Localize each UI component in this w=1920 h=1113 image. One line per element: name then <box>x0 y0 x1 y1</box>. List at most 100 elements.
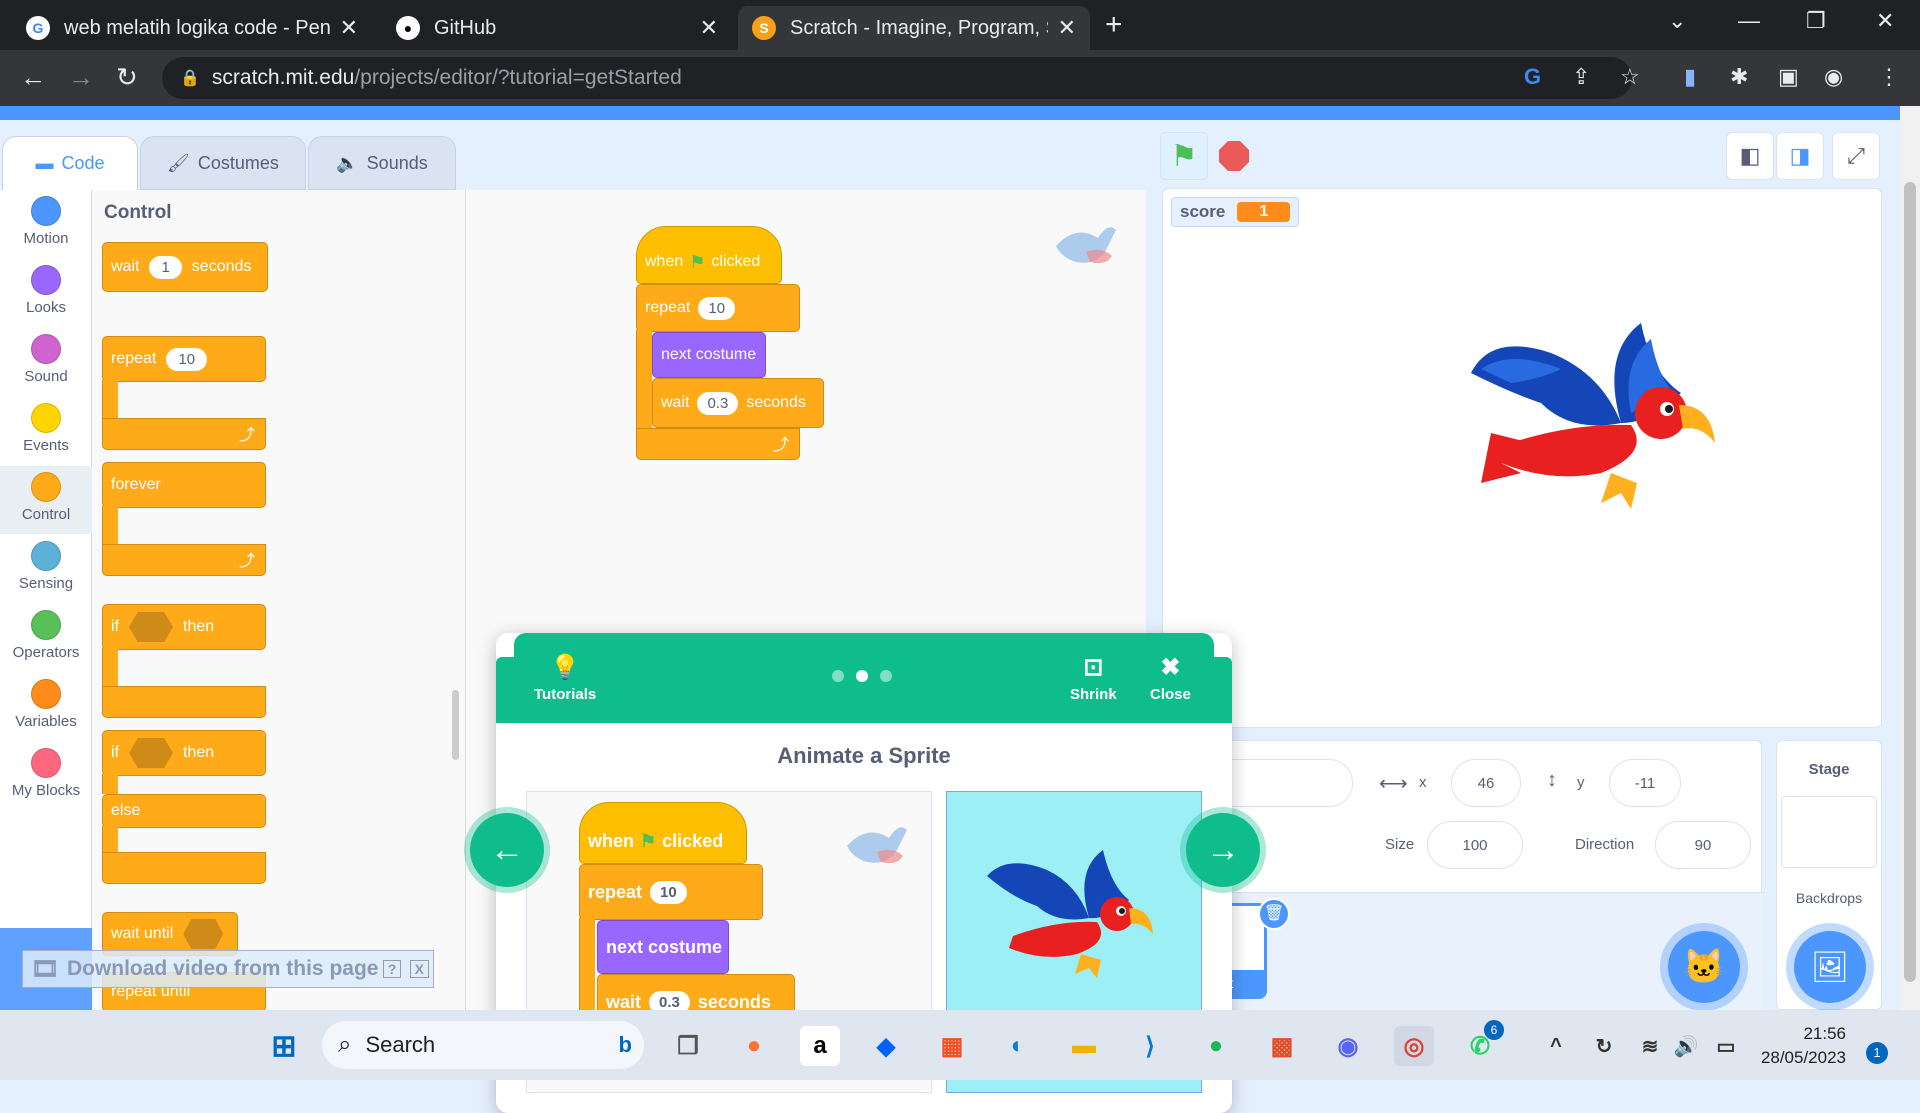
taskbar-search[interactable]: ⌕ Search b <box>322 1021 644 1069</box>
task-view-icon[interactable]: ❐ <box>668 1026 708 1066</box>
chrome-icon[interactable]: ◎ <box>1394 1026 1434 1066</box>
discord-icon[interactable]: ◉ <box>1328 1026 1368 1066</box>
fullscreen-button[interactable]: ⤢ <box>1832 132 1880 180</box>
dropbox-icon[interactable]: ◆ <box>866 1026 906 1066</box>
notification-badge[interactable]: 1 <box>1866 1042 1888 1064</box>
block-input[interactable]: 10 <box>698 296 736 320</box>
y-input[interactable]: -11 <box>1609 759 1681 807</box>
microsoft-store-icon[interactable]: ▦ <box>932 1026 972 1066</box>
extension-icon[interactable]: ▮ <box>1684 64 1696 90</box>
close-overlay-button[interactable]: X <box>409 960 429 978</box>
reload-icon[interactable]: ↻ <box>116 62 138 93</box>
help-button[interactable]: ? <box>382 960 402 978</box>
wait-block[interactable]: wait 1 seconds <box>102 242 268 292</box>
large-stage-button[interactable]: ◨ <box>1776 132 1824 180</box>
if-then-block[interactable]: if then <box>102 604 266 650</box>
tab-code[interactable]: ▬ Code <box>2 136 138 190</box>
address-bar[interactable]: 🔒 scratch.mit.edu/projects/editor/?tutor… <box>162 57 1632 99</box>
minimize-icon[interactable]: — <box>1738 8 1760 34</box>
x-input[interactable]: 46 <box>1451 759 1521 807</box>
repeat-block[interactable]: repeat 10 <box>636 284 800 332</box>
tab-sounds[interactable]: 🔈 Sounds <box>308 136 456 190</box>
block-input[interactable]: 10 <box>166 347 208 371</box>
new-tab-button[interactable]: + <box>1105 8 1123 42</box>
add-backdrop-button[interactable]: 🖼 <box>1794 931 1866 1003</box>
category-sensing[interactable]: Sensing <box>0 535 92 603</box>
repeat-block[interactable]: repeat 10 <box>102 336 266 382</box>
trash-icon[interactable]: 🗑 <box>1258 898 1290 930</box>
small-stage-button[interactable]: ◧ <box>1726 132 1774 180</box>
condition-slot[interactable] <box>129 612 173 642</box>
green-flag-button[interactable]: ⚑ <box>1160 132 1208 180</box>
battery-icon[interactable]: ▭ <box>1706 1026 1746 1066</box>
amazon-icon[interactable]: a <box>800 1026 840 1066</box>
condition-slot[interactable] <box>183 919 224 949</box>
if-else-block[interactable]: if then <box>102 730 266 776</box>
forward-icon[interactable]: → <box>68 62 94 93</box>
stop-button[interactable] <box>1210 132 1258 180</box>
show-hidden-icons[interactable]: ^ <box>1536 1026 1576 1066</box>
back-icon[interactable]: ← <box>20 62 46 93</box>
category-motion[interactable]: Motion <box>0 190 92 258</box>
window-close-icon[interactable]: ✕ <box>1876 8 1894 34</box>
category-events[interactable]: Events <box>0 397 92 465</box>
tutorials-button[interactable]: 💡 Tutorials <box>534 653 596 703</box>
direction-input[interactable]: 90 <box>1655 821 1751 869</box>
file-explorer-icon[interactable]: ▬ <box>1064 1026 1104 1066</box>
volume-icon[interactable]: 🔊 <box>1666 1026 1706 1066</box>
share-icon[interactable]: ⇪ <box>1572 64 1590 90</box>
scrollbar-thumb[interactable] <box>1904 182 1916 982</box>
step-dot[interactable] <box>832 670 844 682</box>
tab-search-icon[interactable]: ⌄ <box>1668 8 1686 34</box>
close-icon[interactable]: ✕ <box>1058 15 1076 41</box>
page-scrollbar[interactable] <box>1900 106 1920 1010</box>
next-costume-block[interactable]: next costume <box>652 332 766 378</box>
close-icon[interactable]: ✕ <box>700 15 718 41</box>
vscode-icon[interactable]: ⟩ <box>1130 1026 1170 1066</box>
step-dot-active[interactable] <box>856 670 868 682</box>
browser-tab[interactable]: ● GitHub ✕ <box>382 6 732 50</box>
app-icon[interactable]: ▩ <box>1262 1026 1302 1066</box>
google-lens-icon[interactable]: G <box>1524 64 1541 90</box>
stage-thumbnail[interactable] <box>1781 796 1877 868</box>
bookmark-star-icon[interactable]: ☆ <box>1620 64 1640 90</box>
browser-tab-active[interactable]: S Scratch - Imagine, Program, Shar ✕ <box>738 6 1090 50</box>
stage-canvas[interactable]: score 1 <box>1162 188 1882 728</box>
spotify-icon[interactable]: ● <box>1196 1026 1236 1066</box>
browser-tab[interactable]: G web melatih logika code - Penelu ✕ <box>12 6 372 50</box>
category-operators[interactable]: Operators <box>0 604 92 672</box>
when-flag-clicked-block[interactable]: when ⚑ clicked <box>636 226 782 284</box>
download-video-overlay[interactable]: 🎞 Download video from this page ? X <box>22 950 434 988</box>
next-step-button[interactable]: → <box>1186 813 1260 887</box>
block-input[interactable]: 1 <box>149 255 182 279</box>
category-sound[interactable]: Sound <box>0 328 92 396</box>
shrink-button[interactable]: ⊡ Shrink <box>1070 653 1117 703</box>
firefox-icon[interactable]: ● <box>734 1026 774 1066</box>
menu-dots-icon[interactable]: ⋮ <box>1878 64 1900 90</box>
tab-costumes[interactable]: 🖌 Costumes <box>140 136 306 190</box>
block-input[interactable]: 0.3 <box>697 391 739 415</box>
edge-icon[interactable]: ◐ <box>998 1026 1038 1066</box>
stage-selector[interactable]: Stage Backdrops 🖼 <box>1776 740 1882 1010</box>
system-clock[interactable]: 21:56 28/05/2023 <box>1760 1022 1846 1070</box>
profile-avatar[interactable]: ◉ <box>1824 64 1843 90</box>
close-button[interactable]: ✖ Close <box>1150 653 1191 703</box>
category-looks[interactable]: Looks <box>0 259 92 327</box>
category-control[interactable]: Control <box>0 466 92 534</box>
close-icon[interactable]: ✕ <box>340 15 358 41</box>
category-my-blocks[interactable]: My Blocks <box>0 742 92 810</box>
windows-start-icon[interactable]: ⊞ <box>264 1026 304 1066</box>
puzzle-extensions-icon[interactable]: ✱ <box>1730 64 1748 90</box>
size-input[interactable]: 100 <box>1427 821 1523 869</box>
sync-icon[interactable]: ↻ <box>1584 1026 1624 1066</box>
category-variables[interactable]: Variables <box>0 673 92 741</box>
parrot-sprite[interactable] <box>1451 313 1731 533</box>
wifi-icon[interactable]: ≋ <box>1630 1026 1670 1066</box>
palette-scrollbar[interactable] <box>452 690 459 760</box>
restore-icon[interactable]: ❐ <box>1806 8 1826 34</box>
step-dot[interactable] <box>880 670 892 682</box>
add-sprite-button[interactable]: 🐱 <box>1668 931 1740 1003</box>
side-panel-icon[interactable]: ▣ <box>1778 64 1799 90</box>
previous-step-button[interactable]: ← <box>470 813 544 887</box>
condition-slot[interactable] <box>129 738 173 768</box>
